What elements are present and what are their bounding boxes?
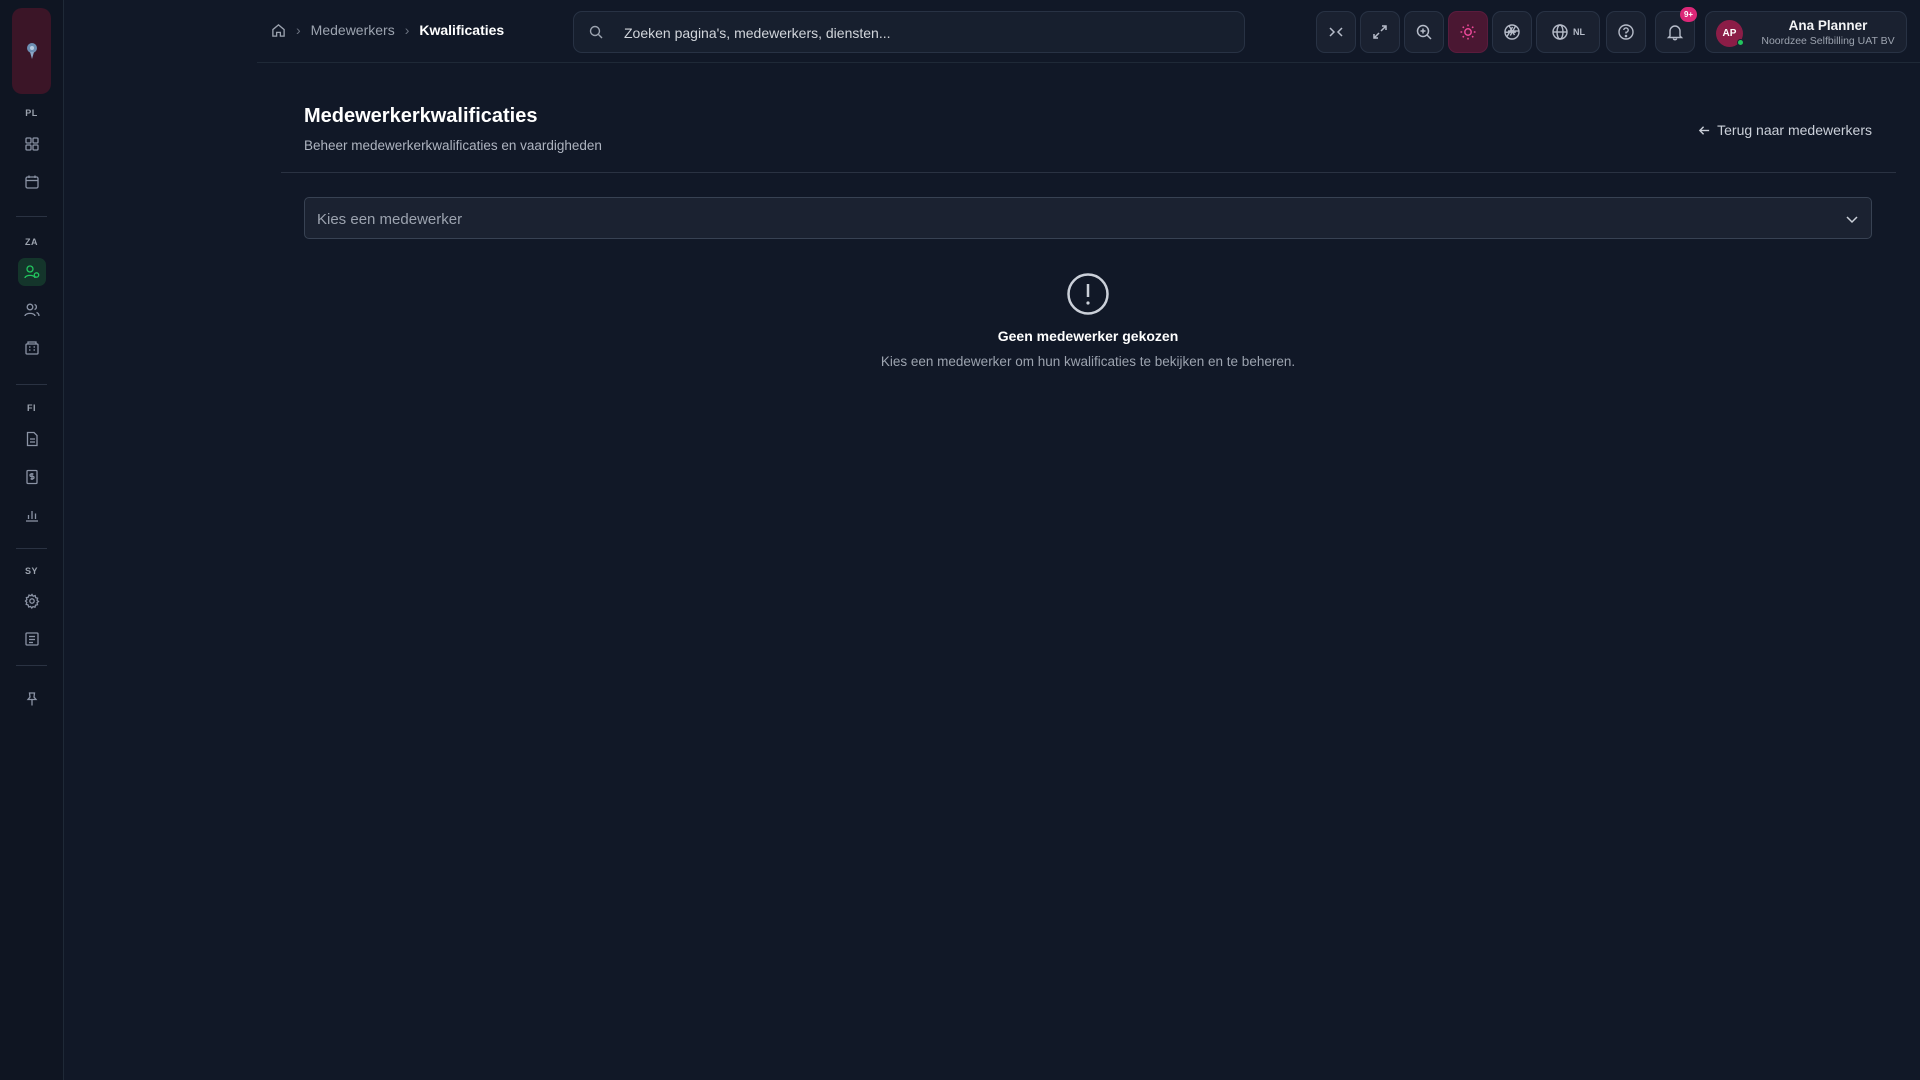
user-organization: Noordzee Selfbilling UAT BV	[1761, 35, 1895, 47]
app-logo[interactable]	[12, 8, 51, 94]
zoom-in-icon	[1416, 24, 1432, 40]
section-label-fi: FI	[27, 403, 36, 413]
employee-select[interactable]: Kies een medewerker	[304, 197, 1872, 239]
chevron-down-icon	[1846, 216, 1858, 224]
aperture-icon	[1504, 24, 1520, 40]
header-divider	[281, 172, 1896, 173]
bell-icon	[1666, 25, 1684, 41]
notifications-button[interactable]: 9+	[1655, 7, 1697, 53]
dashboard-icon	[25, 137, 39, 151]
alert-circle-icon	[1067, 273, 1109, 315]
empty-state: Geen medewerker gekozen Kies een medewer…	[304, 272, 1872, 369]
back-to-employees-link[interactable]: Terug naar medewerkers	[1698, 122, 1872, 138]
empty-state-description: Kies een medewerker om hun kwalificaties…	[880, 354, 1296, 369]
collapse-icon	[1329, 27, 1343, 37]
sidebar-item-reports[interactable]	[18, 501, 46, 529]
theme-toggle-button[interactable]	[1448, 11, 1488, 53]
collapse-sidebar-button[interactable]	[1316, 11, 1356, 53]
avatar: AP	[1716, 20, 1744, 47]
section-label-sy: SY	[24, 566, 38, 576]
user-name: Ana Planner	[1788, 18, 1868, 33]
globe-icon	[1552, 24, 1568, 40]
log-icon	[25, 632, 39, 646]
sidebar: PL ZA FI SY	[0, 0, 64, 1080]
zoom-button[interactable]	[1404, 11, 1444, 53]
sidebar-item-calendar[interactable]	[18, 168, 46, 196]
calendar-icon	[25, 175, 39, 189]
help-button[interactable]	[1606, 11, 1646, 53]
language-button[interactable]: NL	[1536, 11, 1600, 53]
logo-icon	[26, 43, 37, 59]
arrow-left-icon	[1699, 125, 1710, 135]
user-qualification-icon	[24, 265, 40, 279]
gear-icon	[24, 593, 40, 609]
section-label-pl: PL	[25, 108, 38, 118]
expand-icon	[1373, 25, 1387, 39]
sidebar-divider	[16, 548, 47, 549]
sidebar-item-qualifications[interactable]	[18, 258, 46, 286]
page-subtitle: Beheer medewerkerkwalificaties en vaardi…	[304, 138, 602, 153]
users-icon	[24, 303, 40, 317]
sidebar-pin-button[interactable]	[18, 685, 46, 713]
home-icon[interactable]	[271, 23, 286, 38]
help-icon	[1618, 24, 1634, 40]
sidebar-divider	[16, 665, 47, 666]
back-link-label: Terug naar medewerkers	[1717, 122, 1872, 138]
sidebar-item-employees[interactable]	[18, 296, 46, 324]
user-menu[interactable]: AP Ana Planner Noordzee Selfbilling UAT …	[1705, 11, 1907, 53]
bar-chart-icon	[26, 511, 38, 522]
chevron-right-icon: ›	[404, 22, 410, 38]
invoice-icon	[26, 469, 38, 485]
employee-select-placeholder: Kies een medewerker	[317, 211, 463, 228]
search-input[interactable]: Zoeken pagina's, medewerkers, diensten..…	[624, 25, 891, 41]
empty-state-title: Geen medewerker gekozen	[997, 328, 1179, 344]
breadcrumb-item-medewerkers[interactable]: Medewerkers	[311, 22, 395, 38]
online-status-indicator	[1737, 39, 1744, 46]
avatar-initials: AP	[1722, 28, 1737, 39]
sidebar-item-logs[interactable]	[18, 625, 46, 653]
breadcrumb-item-current: Kwalificaties	[419, 22, 505, 38]
sidebar-item-locations[interactable]	[18, 334, 46, 362]
page-title: Medewerkerkwalificaties	[304, 105, 538, 127]
sidebar-item-documents[interactable]	[18, 425, 46, 453]
search-icon	[589, 25, 603, 39]
building-icon	[25, 341, 39, 355]
chevron-right-icon: ›	[296, 22, 301, 38]
section-label-za: ZA	[25, 237, 38, 247]
pin-icon	[26, 692, 38, 706]
sun-icon	[1460, 24, 1476, 40]
topbar: › Medewerkers › Kwalificaties Zoeken pag…	[257, 0, 1920, 63]
sidebar-item-settings[interactable]	[18, 587, 46, 615]
global-search[interactable]: Zoeken pagina's, medewerkers, diensten..…	[573, 11, 1245, 53]
language-code: NL	[1573, 27, 1585, 37]
notification-badge: 9+	[1680, 7, 1697, 22]
sidebar-item-dashboard[interactable]	[18, 130, 46, 158]
sidebar-item-invoices[interactable]	[18, 463, 46, 491]
display-settings-button[interactable]	[1492, 11, 1532, 53]
sidebar-divider	[16, 384, 47, 385]
sidebar-divider	[16, 216, 47, 217]
document-icon	[26, 431, 38, 447]
fullscreen-button[interactable]	[1360, 11, 1400, 53]
breadcrumb: › Medewerkers › Kwalificaties	[271, 22, 504, 38]
